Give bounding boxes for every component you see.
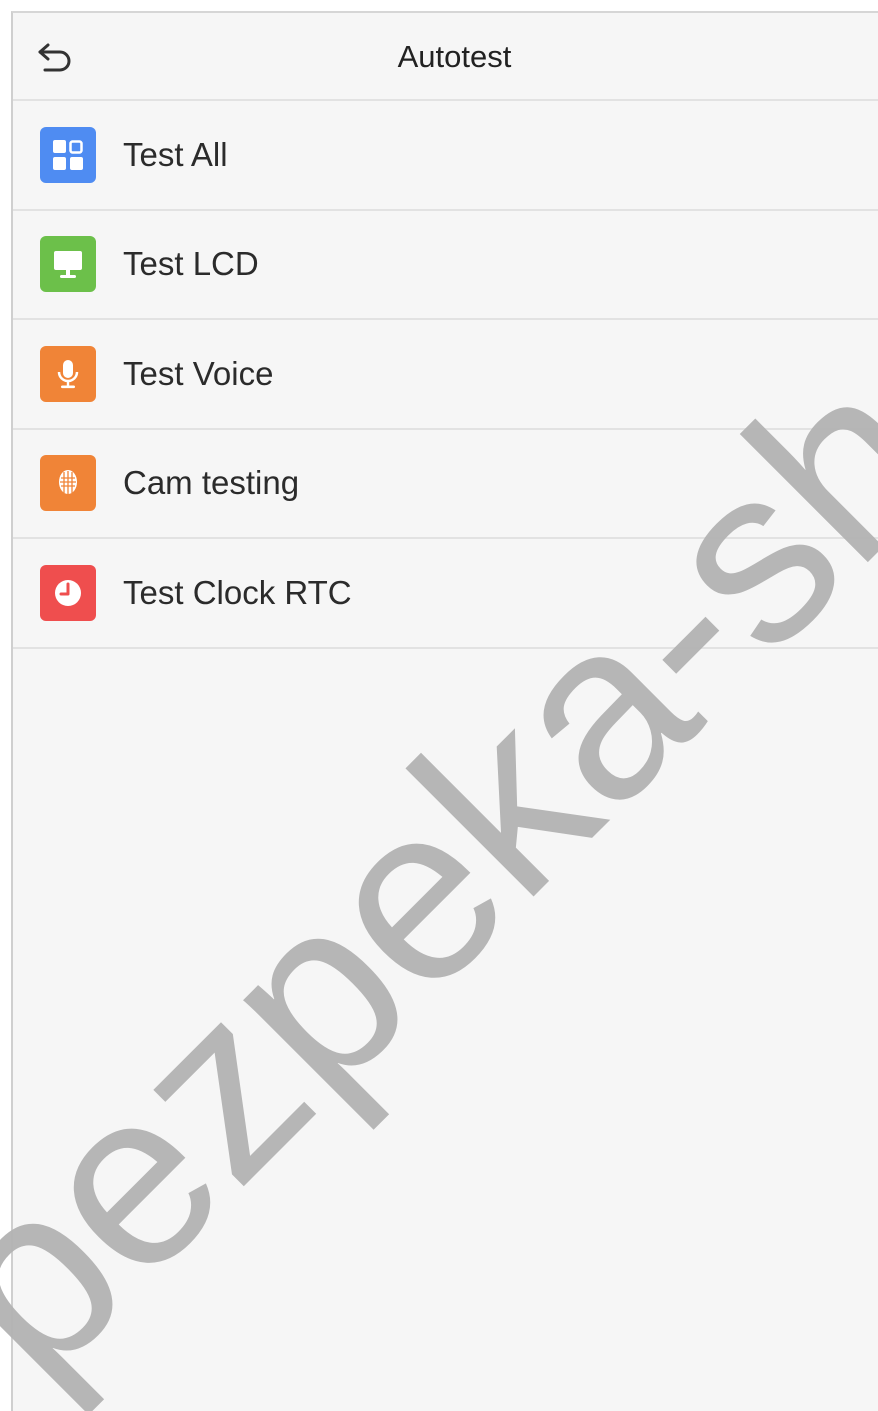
menu-item-label: Test Clock RTC [123,573,352,611]
menu-item-label: Test Voice [123,354,274,392]
menu-item-test-lcd[interactable]: Test LCD [13,211,878,320]
menu-item-test-all[interactable]: Test All [13,101,878,211]
menu-item-test-voice[interactable]: Test Voice [13,320,878,430]
grid-apps-icon [40,126,96,183]
menu-item-cam-testing[interactable]: Cam testing [13,430,878,539]
monitor-icon [40,236,96,293]
microphone-icon [40,345,96,402]
page-title: Autotest [397,39,512,74]
clock-icon [40,564,96,621]
face-scan-icon [40,455,96,512]
menu-item-label: Test LCD [123,245,259,283]
menu-item-test-clock-rtc[interactable]: Test Clock RTC [13,539,878,649]
menu-item-label: Test All [123,135,228,173]
autotest-screen: Autotest Test All Test LCD Test Voice Ca… [11,11,878,1411]
header-bar: Autotest [13,13,878,101]
menu-item-label: Cam testing [123,464,300,502]
